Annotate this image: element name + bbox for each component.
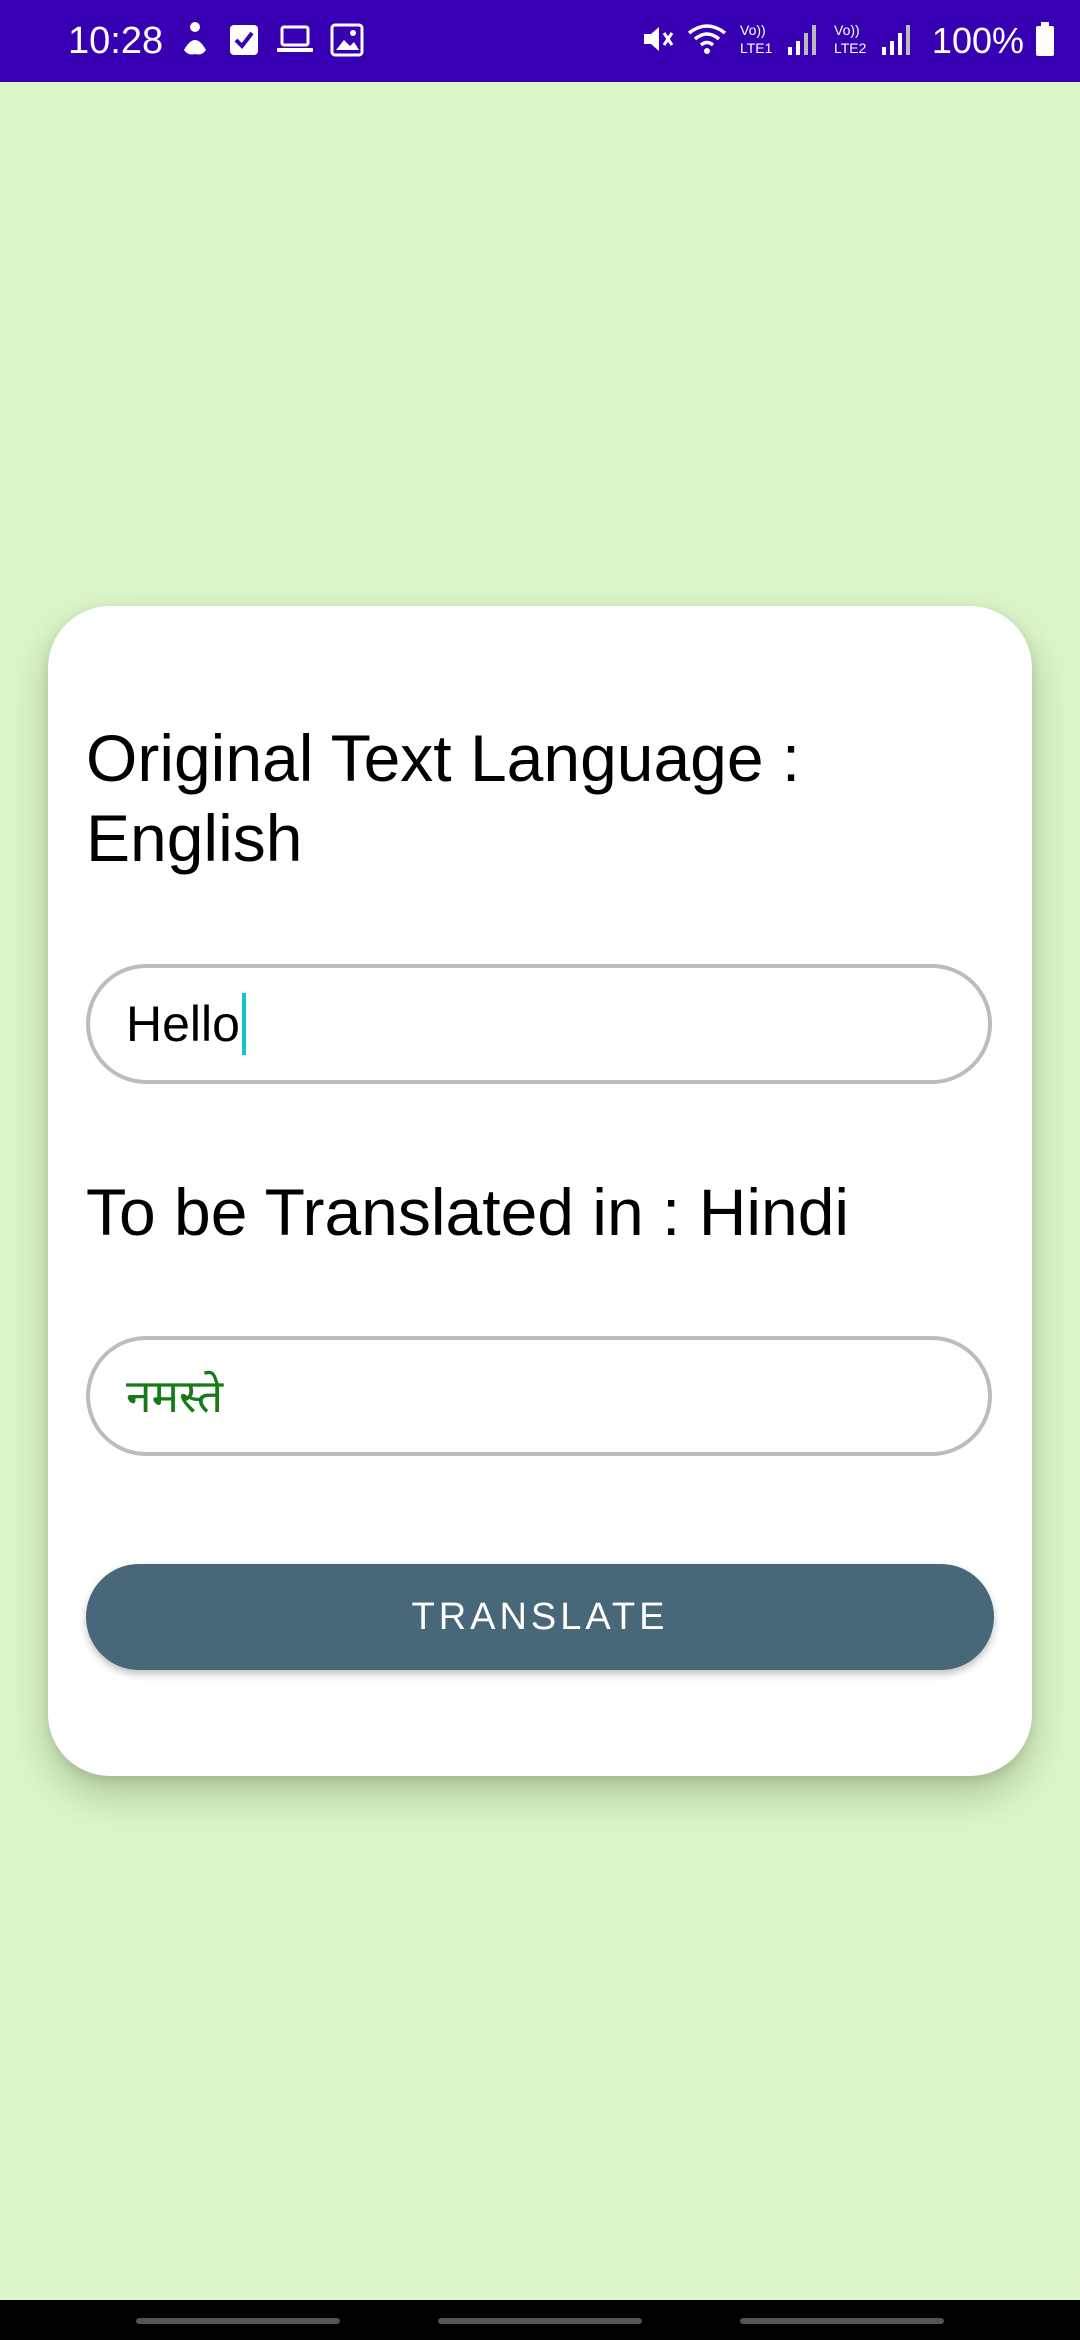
svg-text:Vo)): Vo)) [834, 22, 860, 38]
wifi-icon [686, 21, 728, 62]
status-bar: 10:28 Vo)) LTE1 Vo)) LTE2 100% [0, 0, 1080, 82]
original-language-label: Original Text Language : English [86, 721, 801, 875]
translator-card: Original Text Language : English Hello T… [48, 606, 1032, 1776]
svg-text:LTE1: LTE1 [740, 40, 773, 56]
nav-home-handle[interactable] [438, 2318, 642, 2324]
nav-recents-handle[interactable] [136, 2318, 340, 2324]
nav-back-handle[interactable] [740, 2318, 944, 2324]
laptop-icon [276, 23, 314, 62]
checkbox-icon [228, 23, 260, 62]
lte1-signal-icon: Vo)) LTE1 [738, 19, 822, 64]
mute-icon [640, 21, 676, 62]
battery-percentage: 100% [931, 20, 1024, 61]
source-text-value[interactable]: Hello [126, 992, 246, 1059]
svg-text:LTE2: LTE2 [834, 40, 867, 56]
source-text-input[interactable]: Hello [86, 964, 992, 1084]
status-system-icons: Vo)) LTE1 Vo)) LTE2 100% [640, 18, 1056, 64]
battery-icon [1034, 21, 1056, 62]
target-language-label: To be Translated in : Hindi [86, 1175, 850, 1249]
image-icon [330, 23, 364, 62]
status-time: 10:28 [68, 20, 164, 62]
accessibility-icon [178, 20, 212, 65]
navigation-bar [0, 2300, 1080, 2340]
translated-text-value: नमस्ते [126, 1369, 224, 1423]
translate-button[interactable]: TRANSLATE [86, 1564, 994, 1670]
translated-text-field[interactable]: नमस्ते [86, 1336, 992, 1456]
status-notification-icons [178, 20, 364, 65]
text-cursor [241, 992, 246, 1055]
lte2-signal-icon: Vo)) LTE2 [832, 19, 916, 64]
svg-text:Vo)): Vo)) [740, 22, 766, 38]
